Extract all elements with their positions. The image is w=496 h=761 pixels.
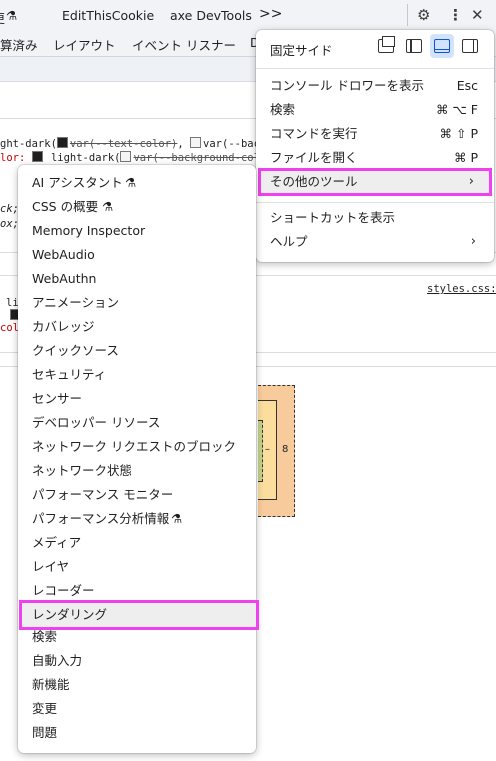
- menu-item-css-overview[interactable]: CSS の概要 ⚗: [18, 195, 256, 219]
- menu-item-whats-new[interactable]: 新機能: [18, 673, 256, 697]
- tabs-overflow-button[interactable]: >>: [259, 6, 282, 22]
- chevron-right-icon: ›: [468, 174, 474, 189]
- menu-item-run-command[interactable]: コマンドを実行 ⌘ ⇧ P: [256, 122, 494, 146]
- menu-item-webaudio[interactable]: WebAudio: [18, 243, 256, 267]
- tab-layout[interactable]: レイアウト: [53, 35, 116, 54]
- tab-computed[interactable]: 算済み: [0, 35, 38, 54]
- flask-icon: ⚗: [6, 8, 18, 23]
- tabbar-divider: [407, 4, 408, 26]
- style-rule-line: ght-dark(var(--text-color), var(--backgr…: [0, 137, 292, 150]
- menu-item-animations[interactable]: アニメーション: [18, 291, 256, 315]
- more-tools-submenu: AI アシスタント ⚗ CSS の概要 ⚗ Memory Inspector Web…: [18, 165, 259, 753]
- menu-item-developer-resources[interactable]: デベロッパー リソース: [18, 411, 256, 435]
- style-rule-line: li: [6, 297, 19, 309]
- dock-right-icon[interactable]: [462, 39, 478, 53]
- tab-event-listeners[interactable]: イベント リスナー: [132, 35, 236, 54]
- menu-item-coverage[interactable]: カバレッジ: [18, 315, 256, 339]
- close-icon[interactable]: ✕: [471, 6, 484, 24]
- dock-bottom-icon[interactable]: [434, 39, 450, 53]
- menu-item-layers[interactable]: レイヤ: [18, 555, 256, 579]
- menu-item-performance-insights[interactable]: パフォーマンス分析情報 ⚗: [18, 507, 256, 531]
- dock-left-icon[interactable]: [406, 39, 422, 53]
- style-rule-line: ck;: [0, 203, 19, 215]
- undock-icon[interactable]: [378, 36, 395, 53]
- menu-item-sensors[interactable]: センサー: [18, 387, 256, 411]
- flask-icon: ⚗: [171, 511, 183, 526]
- box-model-padding: [258, 420, 263, 482]
- menu-item-shortcuts[interactable]: ショートカットを表示: [256, 206, 494, 230]
- menu-item-webauthn[interactable]: WebAuthn: [18, 267, 256, 291]
- tab-changes-partial[interactable]: 変更⚗: [0, 8, 25, 27]
- menu-item-quick-source[interactable]: クイックソース: [18, 339, 256, 363]
- menu-item-performance-monitor[interactable]: パフォーマンス モニター: [18, 483, 256, 507]
- style-rule-line: lor: light-dark(var(--background-color),: [0, 151, 285, 164]
- more-vertical-icon[interactable]: ⋮: [448, 6, 463, 24]
- menu-item-network-conditions[interactable]: ネットワーク状態: [18, 459, 256, 483]
- gear-icon[interactable]: ⚙: [417, 6, 430, 24]
- menu-item-help[interactable]: ヘルプ ›: [256, 230, 494, 254]
- box-model-dash: –: [265, 444, 270, 455]
- menu-item-search[interactable]: 検索: [18, 625, 256, 649]
- menu-item-autofill[interactable]: 自動入力: [18, 649, 256, 673]
- menu-item-changes[interactable]: 変更: [18, 697, 256, 721]
- color-swatch[interactable]: [31, 151, 43, 162]
- menu-item-search[interactable]: 検索 ⌘ ⌥ F: [256, 98, 494, 122]
- menu-separator: [256, 68, 494, 69]
- dock-side-label: 固定サイド: [270, 43, 333, 58]
- menu-separator: [256, 202, 494, 203]
- menu-item-console-drawer[interactable]: コンソール ドロワーを表示 Esc: [256, 74, 494, 98]
- main-menu: 固定サイド コンソール ドロワーを表示 Esc 検索 ⌘ ⌥ F コマンドを実行 ⌘ …: [256, 30, 494, 262]
- menu-item-network-request-blocking[interactable]: ネットワーク リクエストのブロック: [18, 435, 256, 459]
- style-rule-line: ox;: [0, 218, 19, 230]
- flask-icon: ⚗: [102, 199, 114, 214]
- menu-item-issues[interactable]: 問題: [18, 721, 256, 745]
- color-swatch[interactable]: [190, 137, 202, 148]
- box-model-right-value[interactable]: 8: [282, 444, 288, 455]
- menu-item-memory-inspector[interactable]: Memory Inspector: [18, 219, 256, 243]
- tab-axe-devtools[interactable]: axe DevTools: [170, 8, 252, 23]
- menu-item-open-file[interactable]: ファイルを開く ⌘ P: [256, 146, 494, 170]
- chevron-right-icon: ›: [470, 234, 476, 249]
- flask-icon: ⚗: [125, 175, 137, 190]
- menu-item-more-tools[interactable]: その他のツール ›: [258, 168, 492, 196]
- color-swatch[interactable]: [120, 151, 132, 162]
- color-swatch[interactable]: [56, 137, 68, 148]
- style-rule-line: col: [0, 322, 19, 334]
- menu-item-security[interactable]: セキュリティ: [18, 363, 256, 387]
- menu-item-ai-assistant[interactable]: AI アシスタント ⚗: [18, 171, 256, 195]
- menu-item-media[interactable]: メディア: [18, 531, 256, 555]
- stylesheet-link[interactable]: styles.css:1: [427, 283, 496, 295]
- devtools-tab-bar: 変更⚗ EditThisCookie axe DevTools >> ⚙ ⋮ ✕: [0, 0, 496, 31]
- tab-editthiscookie[interactable]: EditThisCookie: [62, 8, 154, 23]
